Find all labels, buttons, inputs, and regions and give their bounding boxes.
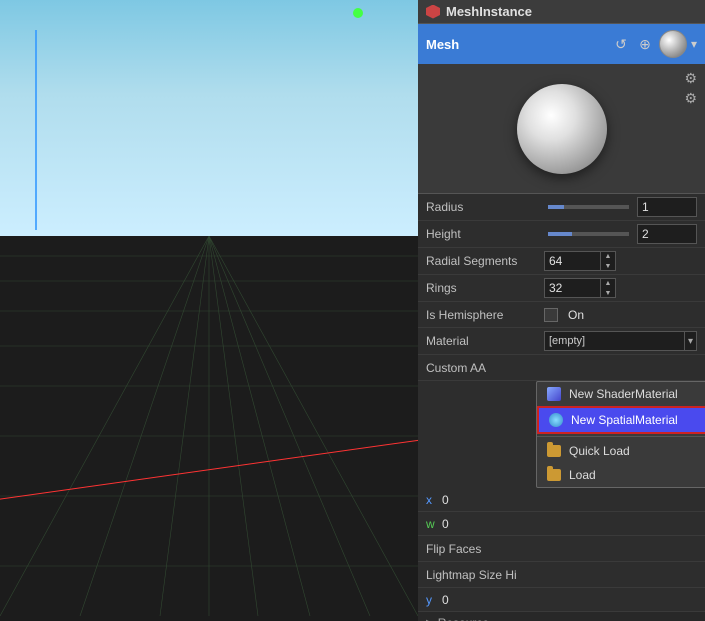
material-dropdown-menu: New ShaderMaterial New SpatialMaterial Q…	[418, 381, 705, 488]
radial-segments-down[interactable]: ▼	[601, 261, 615, 271]
mesh-controls: ↺ ⊕ ▾	[611, 30, 697, 58]
y-label: y	[426, 593, 438, 607]
y-coord-row: y 0	[418, 588, 705, 612]
lightmap-row: Lightmap Size Hi	[418, 562, 705, 588]
spatial-icon	[549, 413, 563, 427]
hemisphere-checkbox[interactable]	[544, 308, 558, 322]
hemisphere-toggle[interactable]: On	[544, 308, 584, 322]
axis-line-blue	[35, 30, 37, 230]
custom-aa-row: Custom AA	[418, 355, 705, 381]
radius-label: Radius	[426, 200, 544, 214]
new-spatial-material-item[interactable]: New SpatialMaterial	[537, 406, 705, 434]
height-slider[interactable]	[548, 232, 629, 236]
rings-label: Rings	[426, 281, 544, 295]
inspector-panel: MeshInstance Mesh ↺ ⊕ ▾ ⚙ ⚙ Radius Heigh…	[418, 0, 705, 621]
mesh-reset-button[interactable]: ↺	[611, 34, 631, 54]
x-coord-row: x 0	[418, 488, 705, 512]
new-shader-material-item[interactable]: New ShaderMaterial	[537, 382, 705, 406]
inspector-title: MeshInstance	[446, 4, 532, 19]
radial-segments-spinner[interactable]: ▲ ▼	[544, 251, 616, 271]
load-item[interactable]: Load	[537, 463, 705, 487]
mesh-add-button[interactable]: ⊕	[635, 34, 655, 54]
3d-viewport[interactable]	[0, 0, 418, 621]
flip-faces-row: Flip Faces	[418, 536, 705, 562]
quick-load-label: Quick Load	[569, 444, 630, 458]
hemisphere-label: Is Hemisphere	[426, 308, 544, 322]
radial-segments-input[interactable]	[545, 252, 600, 270]
rings-input[interactable]	[545, 279, 600, 297]
indicator-dot	[353, 8, 363, 18]
radial-segments-up[interactable]: ▲	[601, 251, 615, 261]
resource-arrow-icon: ▶	[426, 618, 434, 621]
mesh-sphere-thumbnail	[659, 30, 687, 58]
rings-up[interactable]: ▲	[601, 278, 615, 288]
properties-list: Radius Height Radial Segments ▲ ▼	[418, 194, 705, 621]
hemisphere-row: Is Hemisphere On	[418, 302, 705, 328]
height-label: Height	[426, 227, 544, 241]
load-label: Load	[569, 468, 596, 482]
dropdown-divider	[537, 436, 705, 437]
quick-load-item[interactable]: Quick Load	[537, 439, 705, 463]
custom-aa-label: Custom AA	[426, 361, 544, 375]
radial-segments-arrows: ▲ ▼	[600, 251, 615, 271]
rings-down[interactable]: ▼	[601, 288, 615, 298]
height-input[interactable]	[637, 224, 697, 244]
resource-section[interactable]: ▶ Resource	[418, 612, 705, 621]
rings-spinner[interactable]: ▲ ▼	[544, 278, 616, 298]
lightmap-label: Lightmap Size Hi	[426, 568, 544, 582]
x-label: x	[426, 493, 438, 507]
quick-load-folder-icon	[547, 445, 561, 457]
flip-faces-label: Flip Faces	[426, 542, 544, 556]
rings-arrows: ▲ ▼	[600, 278, 615, 298]
w-value: 0	[442, 517, 449, 531]
radial-segments-label: Radial Segments	[426, 254, 544, 268]
radial-segments-row: Radial Segments ▲ ▼	[418, 248, 705, 275]
y-value: 0	[442, 593, 449, 607]
dropdown-popup: New ShaderMaterial New SpatialMaterial Q…	[536, 381, 705, 488]
material-dropdown-arrow-icon: ▾	[684, 332, 696, 350]
preview-gear-mid-icon[interactable]: ⚙	[684, 90, 697, 107]
resource-label: Resource	[438, 616, 489, 621]
hemisphere-on-text: On	[568, 308, 584, 322]
radius-input[interactable]	[637, 197, 697, 217]
rings-row: Rings ▲ ▼	[418, 275, 705, 302]
radius-row: Radius	[418, 194, 705, 221]
w-coord-row: w 0	[418, 512, 705, 536]
mesh-preview-area: ⚙ ⚙	[418, 64, 705, 194]
material-dropdown[interactable]: [empty] ▾	[544, 331, 697, 351]
new-shader-material-label: New ShaderMaterial	[569, 387, 678, 401]
height-row: Height	[418, 221, 705, 248]
mesh-instance-icon	[426, 5, 440, 19]
x-value: 0	[442, 493, 449, 507]
new-spatial-material-label: New SpatialMaterial	[571, 413, 678, 427]
shader-icon	[547, 387, 561, 401]
grid-svg	[0, 236, 418, 616]
radius-slider[interactable]	[548, 205, 629, 209]
mesh-sphere-preview-large	[517, 84, 607, 174]
load-folder-icon	[547, 469, 561, 481]
material-dropdown-value: [empty]	[545, 335, 684, 347]
material-row: Material [empty] ▾	[418, 328, 705, 355]
material-label: Material	[426, 334, 544, 348]
w-label: w	[426, 517, 438, 531]
mesh-dropdown-arrow: ▾	[691, 37, 697, 51]
sky	[0, 0, 418, 236]
inspector-header: MeshInstance	[418, 0, 705, 24]
preview-gear-top-icon[interactable]: ⚙	[684, 70, 697, 87]
ground	[0, 236, 418, 621]
mesh-row: Mesh ↺ ⊕ ▾	[418, 24, 705, 64]
mesh-label: Mesh	[426, 37, 605, 52]
